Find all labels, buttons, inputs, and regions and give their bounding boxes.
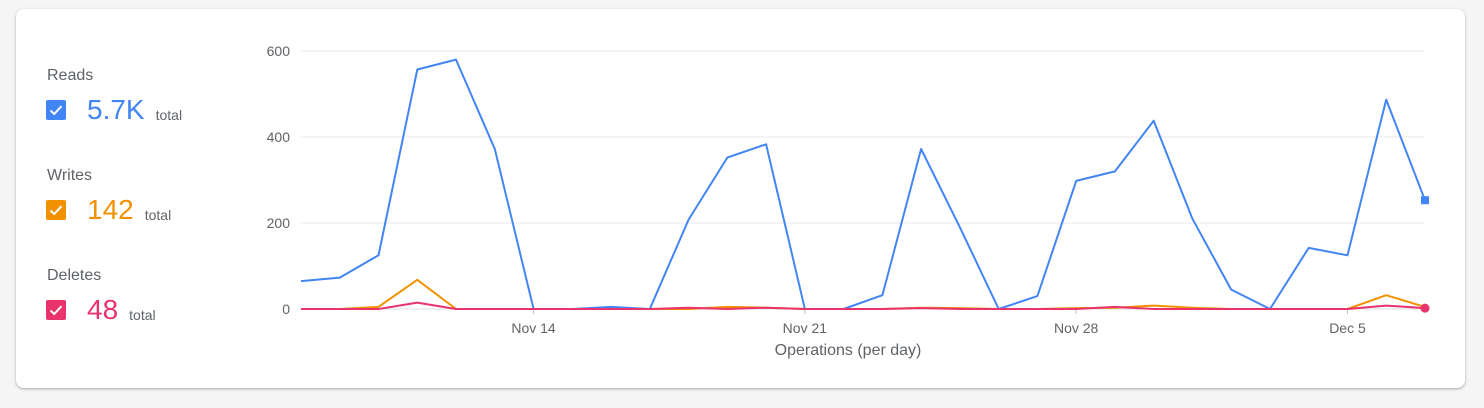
deletes-value: 48 xyxy=(87,294,119,325)
deletes-end-marker xyxy=(1420,303,1430,313)
legend-reads: Reads 5.7K total xyxy=(46,67,256,167)
y-tick-label-200: 200 xyxy=(267,215,291,231)
check-icon xyxy=(49,305,63,316)
writes-total-label: total xyxy=(144,207,172,223)
x-tick-label: Nov 21 xyxy=(783,320,828,336)
x-tick-label: Nov 14 xyxy=(511,320,556,336)
operations-chart: 0 200 400 600 Nov 14 Nov 21 Nov 28 Dec 5 Operati… xyxy=(246,27,1446,367)
check-icon xyxy=(49,205,63,216)
reads-label: Reads xyxy=(47,67,94,84)
x-tick-label: Nov 28 xyxy=(1054,320,1099,336)
x-axis-title: Operations (per day) xyxy=(775,342,922,359)
check-icon xyxy=(49,105,63,116)
writes-value: 142 xyxy=(87,194,134,225)
chart-svg: 0 200 400 600 Nov 14 Nov 21 Nov 28 Dec 5 Operati… xyxy=(267,43,1430,359)
writes-label: Writes xyxy=(47,167,93,184)
reads-value: 5.7K xyxy=(87,94,145,125)
series-line-reads xyxy=(300,58,1426,310)
writes-checkbox[interactable] xyxy=(46,200,66,220)
y-tick-label-400: 400 xyxy=(267,129,291,145)
legend-writes: Writes 142 total xyxy=(46,167,256,267)
series-line-writes xyxy=(301,278,1426,310)
deletes-label: Deletes xyxy=(47,267,102,284)
deletes-checkbox[interactable] xyxy=(46,300,66,320)
reads-end-marker xyxy=(1421,196,1429,205)
x-tick-label: Dec 5 xyxy=(1329,320,1366,336)
y-tick-label-600: 600 xyxy=(267,43,291,59)
series-line-deletes xyxy=(301,301,1426,310)
y-tick-label-0: 0 xyxy=(282,301,290,317)
deletes-total-label: total xyxy=(129,307,156,323)
legend: Reads 5.7K total Writes 142 total Delete… xyxy=(46,67,256,367)
reads-total-label: total xyxy=(155,107,183,123)
legend-deletes: Deletes 48 total xyxy=(46,267,256,367)
operations-card: Reads 5.7K total Writes 142 total Delete… xyxy=(16,9,1465,388)
reads-checkbox[interactable] xyxy=(46,100,66,120)
